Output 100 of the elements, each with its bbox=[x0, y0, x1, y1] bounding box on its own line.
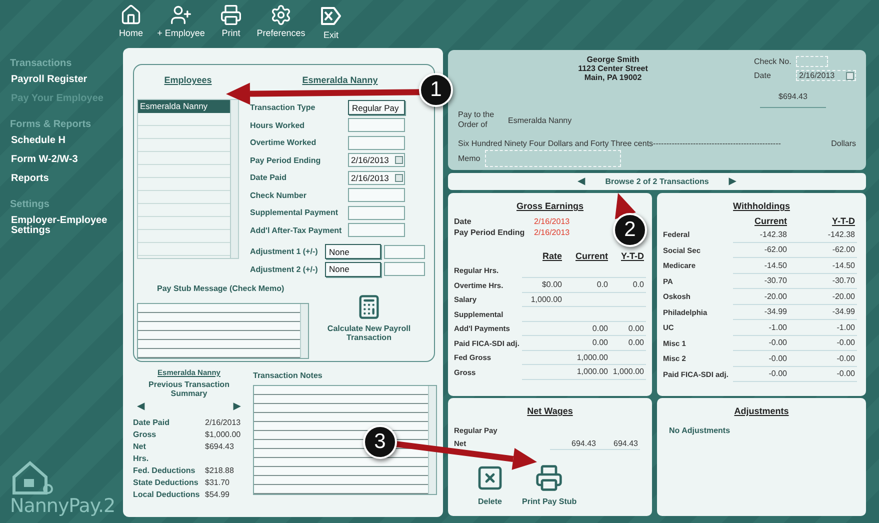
previous-button[interactable]: ◀ bbox=[578, 176, 586, 187]
input-field[interactable] bbox=[348, 136, 405, 150]
sidebar-item[interactable]: Form W-2/W-3 bbox=[11, 155, 111, 165]
summary-value: $1,000.00 bbox=[205, 430, 242, 439]
section-title: Forms & Reports bbox=[10, 119, 92, 130]
payer-line: Main, PA 19002 bbox=[584, 73, 642, 82]
list-item[interactable]: Esmeralda Nanny bbox=[138, 100, 230, 113]
input-field[interactable] bbox=[348, 223, 405, 238]
dropdown-field[interactable]: None bbox=[325, 262, 381, 277]
date-field[interactable]: 2/16/2013 bbox=[796, 70, 856, 82]
table-cell: $0.00 bbox=[522, 278, 564, 292]
previous-button[interactable]: ◀ bbox=[137, 401, 145, 412]
summary-value: $218.88 bbox=[205, 466, 235, 475]
table-cell: -0.00 bbox=[733, 351, 789, 366]
house-logo-icon bbox=[10, 459, 56, 495]
summary-title: Previous Transaction Summary bbox=[148, 380, 230, 398]
input-field[interactable] bbox=[348, 188, 405, 202]
sidebar-item[interactable]: Reports bbox=[11, 174, 111, 184]
scrollbar[interactable] bbox=[428, 386, 436, 494]
calendar-icon[interactable] bbox=[846, 72, 854, 80]
summary-label: State Deductions bbox=[133, 478, 200, 487]
date-field[interactable]: 2/16/2013 bbox=[348, 153, 405, 168]
summary-label: Gross bbox=[133, 430, 158, 439]
memo-label: Memo bbox=[458, 154, 480, 163]
input-field[interactable] bbox=[384, 244, 425, 259]
pay-to-label: Pay to the Order of bbox=[458, 110, 494, 130]
field-label: Transaction Type bbox=[250, 103, 316, 112]
next-button[interactable]: ▶ bbox=[233, 401, 241, 412]
toolbar-button[interactable]: Home bbox=[106, 4, 156, 38]
summary-label: Fed. Deductions bbox=[133, 466, 196, 475]
date-value: 2/16/2013 bbox=[534, 228, 571, 237]
calculate-button[interactable]: Calculate New Payroll Transaction bbox=[321, 294, 417, 359]
table-cell: -14.50 bbox=[733, 258, 789, 274]
table-cell: -1.00 bbox=[789, 320, 857, 336]
calendar-icon[interactable] bbox=[395, 156, 403, 164]
input-field[interactable] bbox=[348, 118, 405, 132]
table-cell: 1,000.00 bbox=[610, 365, 646, 380]
field-label: Adjustment 2 (+/-) bbox=[250, 264, 319, 274]
scrollbar[interactable] bbox=[230, 100, 238, 258]
table-cell: 1,000.00 bbox=[522, 292, 564, 307]
amount-in-words: Six Hundred Ninety Four Dollars and Forty Three cents------------------------------------------------ bbox=[458, 139, 781, 148]
table-cell: 1,000.00 bbox=[564, 365, 610, 380]
table-cell: -30.70 bbox=[789, 274, 857, 289]
field-label: Adjustment 1 (+/-) bbox=[250, 247, 319, 256]
logo-text: NannyPay.2 bbox=[10, 495, 116, 517]
section-title: Settings bbox=[10, 199, 50, 210]
table-cell: 694.43 bbox=[598, 437, 640, 450]
list-heading: Employees bbox=[164, 75, 212, 85]
payer-line: 1123 Center Street bbox=[578, 64, 648, 73]
scrollbar[interactable] bbox=[300, 304, 308, 358]
table-cell: 0.00 bbox=[610, 322, 646, 336]
table-cell: -34.99 bbox=[733, 304, 789, 320]
action-button[interactable]: Print Pay Stub bbox=[522, 464, 577, 506]
sidebar-item[interactable]: Employer-Employee Settings bbox=[11, 216, 111, 236]
input-field[interactable] bbox=[384, 262, 425, 276]
toolbar-button[interactable]: + Employee bbox=[156, 4, 206, 38]
next-button[interactable]: ▶ bbox=[728, 176, 736, 187]
summary-label: Date Paid bbox=[133, 418, 170, 427]
date-field[interactable]: 2/16/2013 bbox=[348, 170, 405, 185]
calendar-icon[interactable] bbox=[395, 174, 403, 182]
field-label: Date Paid bbox=[250, 173, 288, 182]
panel-heading: Withholdings bbox=[733, 201, 790, 211]
table-cell: -14.50 bbox=[789, 258, 857, 274]
table-cell: -62.00 bbox=[789, 242, 857, 258]
add-user-icon bbox=[170, 4, 192, 26]
memo-label: Pay Stub Message (Check Memo) bbox=[156, 284, 286, 293]
sidebar-item[interactable]: Schedule H bbox=[11, 136, 111, 146]
check-amount: $694.43 bbox=[778, 92, 808, 101]
field-label: Overtime Worked bbox=[250, 138, 318, 148]
dropdown-field[interactable]: Regular Pay bbox=[348, 100, 405, 116]
table-cell: -0.00 bbox=[789, 366, 857, 382]
dropdown-field[interactable]: None bbox=[325, 244, 381, 260]
table-cell: 1,000.00 bbox=[564, 350, 610, 365]
summary-value: $694.43 bbox=[205, 442, 235, 451]
input-field[interactable] bbox=[348, 206, 405, 220]
exit-icon bbox=[319, 4, 343, 28]
summary-label: Hrs. bbox=[133, 454, 150, 463]
printer-icon bbox=[220, 4, 242, 26]
date-label: Date bbox=[754, 71, 772, 80]
toolbar-button[interactable]: Exit bbox=[306, 4, 356, 40]
table-cell: 694.43 bbox=[550, 437, 598, 450]
printer-icon bbox=[535, 464, 564, 492]
table-cell: 0.00 bbox=[610, 336, 646, 350]
empty-message: No Adjustments bbox=[668, 426, 732, 435]
table-cell: -1.00 bbox=[733, 320, 789, 336]
table-cell: 0.00 bbox=[564, 322, 610, 336]
action-button[interactable]: Delete bbox=[476, 464, 504, 506]
toolbar-button[interactable]: Preferences bbox=[256, 4, 306, 38]
sidebar-item[interactable]: Payroll Register bbox=[11, 75, 111, 85]
notes-field[interactable] bbox=[253, 385, 437, 495]
table-cell: 0.0 bbox=[610, 278, 646, 292]
table-cell: -0.00 bbox=[789, 351, 857, 366]
summary-label: Local Deductions bbox=[133, 490, 201, 499]
check-number-field[interactable] bbox=[796, 56, 828, 67]
summary-value: $54.99 bbox=[205, 490, 230, 499]
toolbar-button[interactable]: Print bbox=[206, 4, 256, 38]
memo-field[interactable] bbox=[137, 303, 309, 359]
table-cell: -0.00 bbox=[789, 336, 857, 351]
settings-icon bbox=[270, 4, 292, 26]
field-label: Hours Worked bbox=[250, 120, 306, 130]
